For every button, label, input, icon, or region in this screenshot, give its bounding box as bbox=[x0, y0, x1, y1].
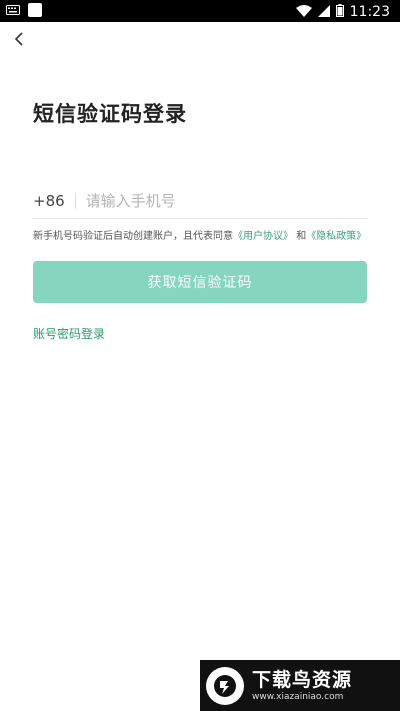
phone-input[interactable] bbox=[85, 192, 367, 210]
notification-app-icon bbox=[28, 3, 42, 17]
get-sms-code-button[interactable]: 获取短信验证码 bbox=[33, 261, 367, 303]
status-bar: 11:23 bbox=[0, 0, 400, 22]
wifi-icon bbox=[295, 2, 312, 21]
watermark-name: 下载鸟资源 bbox=[252, 668, 353, 691]
page-title: 短信验证码登录 bbox=[33, 102, 187, 126]
country-code-selector[interactable]: +86 bbox=[33, 192, 65, 210]
status-time: 11:23 bbox=[349, 3, 390, 20]
chevron-left-icon bbox=[14, 32, 23, 46]
keyboard-icon bbox=[6, 5, 20, 15]
agreement-and: 和 bbox=[296, 231, 307, 242]
password-login-link[interactable]: 账号密码登录 bbox=[33, 325, 105, 342]
agreement-text: 新手机号码验证后自动创建账户，且代表同意《用户协议》 和《隐私政策》 bbox=[33, 227, 373, 242]
signal-icon bbox=[317, 2, 330, 21]
watermark-url: www.xiazainiao.com bbox=[252, 691, 344, 702]
agreement-prefix: 新手机号码验证后自动创建账户，且代表同意 bbox=[33, 231, 233, 242]
user-agreement-link[interactable]: 《用户协议》 bbox=[233, 231, 293, 242]
battery-icon bbox=[335, 2, 344, 21]
privacy-policy-link[interactable]: 《隐私政策》 bbox=[306, 231, 366, 242]
bird-logo-icon bbox=[206, 666, 244, 705]
phone-field-row: +86 bbox=[33, 184, 367, 219]
watermark: 下载鸟资源 www.xiazainiao.com bbox=[200, 660, 400, 711]
back-button[interactable] bbox=[8, 28, 30, 50]
divider bbox=[74, 193, 76, 209]
